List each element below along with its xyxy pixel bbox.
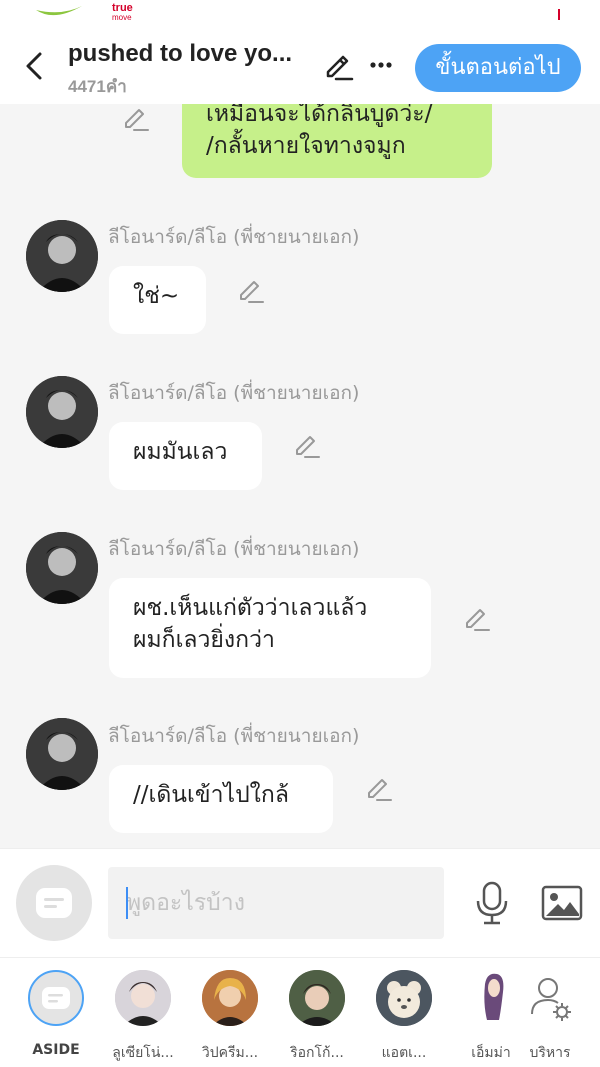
back-button[interactable]	[18, 48, 50, 84]
message-input[interactable]	[108, 867, 444, 939]
character-aside[interactable]: ASIDE	[16, 970, 96, 1060]
pencil-icon	[368, 779, 392, 801]
pencil-icon	[296, 436, 320, 458]
my-message-bubble[interactable]: เหมือนจะได้กลิ่นบูดว่ะ/ /กลั้นหายใจทางจม…	[182, 104, 492, 178]
character-avatar	[289, 970, 345, 1026]
edit-message-button[interactable]	[463, 606, 491, 634]
message-bubble[interactable]: ใช่~	[109, 266, 206, 334]
message-bubble[interactable]: ผช.เห็นแก่ตัวว่าเลวแล้ว ผมก็เลวยิ่งกว่า	[109, 578, 431, 678]
edit-message-button[interactable]	[365, 776, 393, 804]
message-text: ผมมันเลว	[133, 439, 228, 465]
character-label: วิปครีม...	[201, 1045, 259, 1061]
character-label: ลูเซียโน่...	[112, 1045, 174, 1061]
manage-characters-button[interactable]: บริหาร	[510, 970, 590, 1061]
avatar[interactable]	[26, 220, 98, 292]
message-bubble[interactable]: ผมมันเลว	[109, 422, 262, 490]
voice-input-button[interactable]	[472, 879, 512, 927]
character-label: บริหาร	[529, 1045, 571, 1061]
carrier-bottom-text: move	[112, 13, 132, 22]
speaker-name: ลีโอนาร์ด/ลีโอ (พี่ชายนายเอก)	[108, 538, 360, 560]
character-avatar	[115, 970, 171, 1026]
character-item[interactable]: แอตเ...	[364, 970, 444, 1061]
next-step-button[interactable]: ขั้นตอนต่อไป	[415, 44, 581, 92]
aside-avatar	[28, 970, 84, 1026]
edit-title-button[interactable]	[322, 52, 354, 84]
character-item[interactable]: ลูเซียโน่...	[103, 970, 183, 1061]
avatar-image	[26, 718, 98, 790]
message-input-bar	[0, 848, 600, 957]
pencil-icon	[240, 281, 264, 303]
text-cursor	[126, 887, 128, 919]
speaker-name: ลีโอนาร์ด/ลีโอ (พี่ชายนายเอก)	[108, 382, 360, 404]
message-text: ผช.เห็นแก่ตัวว่าเลวแล้ว	[133, 595, 368, 621]
avatar-image	[376, 970, 432, 1026]
status-bar: true move	[0, 0, 600, 28]
pencil-icon	[125, 109, 149, 131]
carrier-logo-icon	[36, 6, 82, 16]
avatar-image	[289, 970, 345, 1026]
character-item[interactable]: ริอกโก้...	[277, 970, 357, 1061]
chat-area[interactable]: เหมือนจะได้กลิ่นบูดว่ะ/ /กลั้นหายใจทางจม…	[0, 104, 600, 848]
character-avatar	[376, 970, 432, 1026]
header: pushed to love yo... 4471คำ ขั้นตอนต่อไป	[0, 28, 600, 104]
pencil-icon	[326, 55, 354, 81]
speaker-name: ลีโอนาร์ด/ลีโอ (พี่ชายนายเอก)	[108, 226, 360, 248]
avatar[interactable]	[26, 532, 98, 604]
word-count: 4471คำ	[68, 77, 127, 96]
avatar[interactable]	[26, 376, 98, 448]
chat-bubble-icon	[42, 987, 70, 1009]
avatar-image	[115, 970, 171, 1026]
my-message-line: /กลั้นหายใจทางจมูก	[206, 133, 406, 159]
chat-bubble-icon	[36, 888, 72, 918]
manage-user-icon	[531, 978, 571, 1021]
avatar-image	[202, 970, 258, 1026]
avatar[interactable]	[26, 718, 98, 790]
avatar-image	[26, 220, 98, 292]
story-title: pushed to love yo...	[68, 40, 293, 67]
character-avatar	[202, 970, 258, 1026]
edit-message-button[interactable]	[293, 433, 321, 461]
carrier-name: true move	[112, 3, 133, 23]
attach-image-button[interactable]	[540, 883, 584, 923]
status-indicator	[558, 9, 560, 20]
character-label: แอตเ...	[381, 1045, 427, 1061]
more-options-button[interactable]	[366, 50, 396, 80]
back-arrow-icon	[26, 52, 42, 80]
message-bubble[interactable]: //เดินเข้าไปใกล้	[109, 765, 333, 833]
more-icon	[370, 62, 392, 68]
speaker-name: ลีโอนาร์ด/ลีโอ (พี่ชายนายเอก)	[108, 725, 360, 747]
avatar-image	[26, 532, 98, 604]
character-label: ASIDE	[32, 1042, 80, 1058]
image-icon	[541, 885, 583, 921]
character-label: ริอกโก้...	[290, 1045, 344, 1061]
pencil-icon	[466, 609, 490, 631]
manage-icon-wrap	[522, 970, 578, 1026]
edit-message-button[interactable]	[122, 106, 150, 134]
my-message-line: เหมือนจะได้กลิ่นบูดว่ะ/	[206, 104, 433, 127]
message-text: ใช่~	[133, 283, 180, 309]
message-text: //เดินเข้าไปใกล้	[133, 782, 289, 808]
aside-toggle-button[interactable]	[16, 865, 92, 941]
avatar-image	[26, 376, 98, 448]
message-text: ผมก็เลวยิ่งกว่า	[133, 627, 275, 653]
character-item[interactable]: วิปครีม...	[190, 970, 270, 1061]
edit-message-button[interactable]	[237, 278, 265, 306]
character-selector: ASIDE ลูเซียโน่... วิปครีม... ริอกโก้...…	[0, 957, 600, 1067]
microphone-icon	[476, 881, 508, 925]
